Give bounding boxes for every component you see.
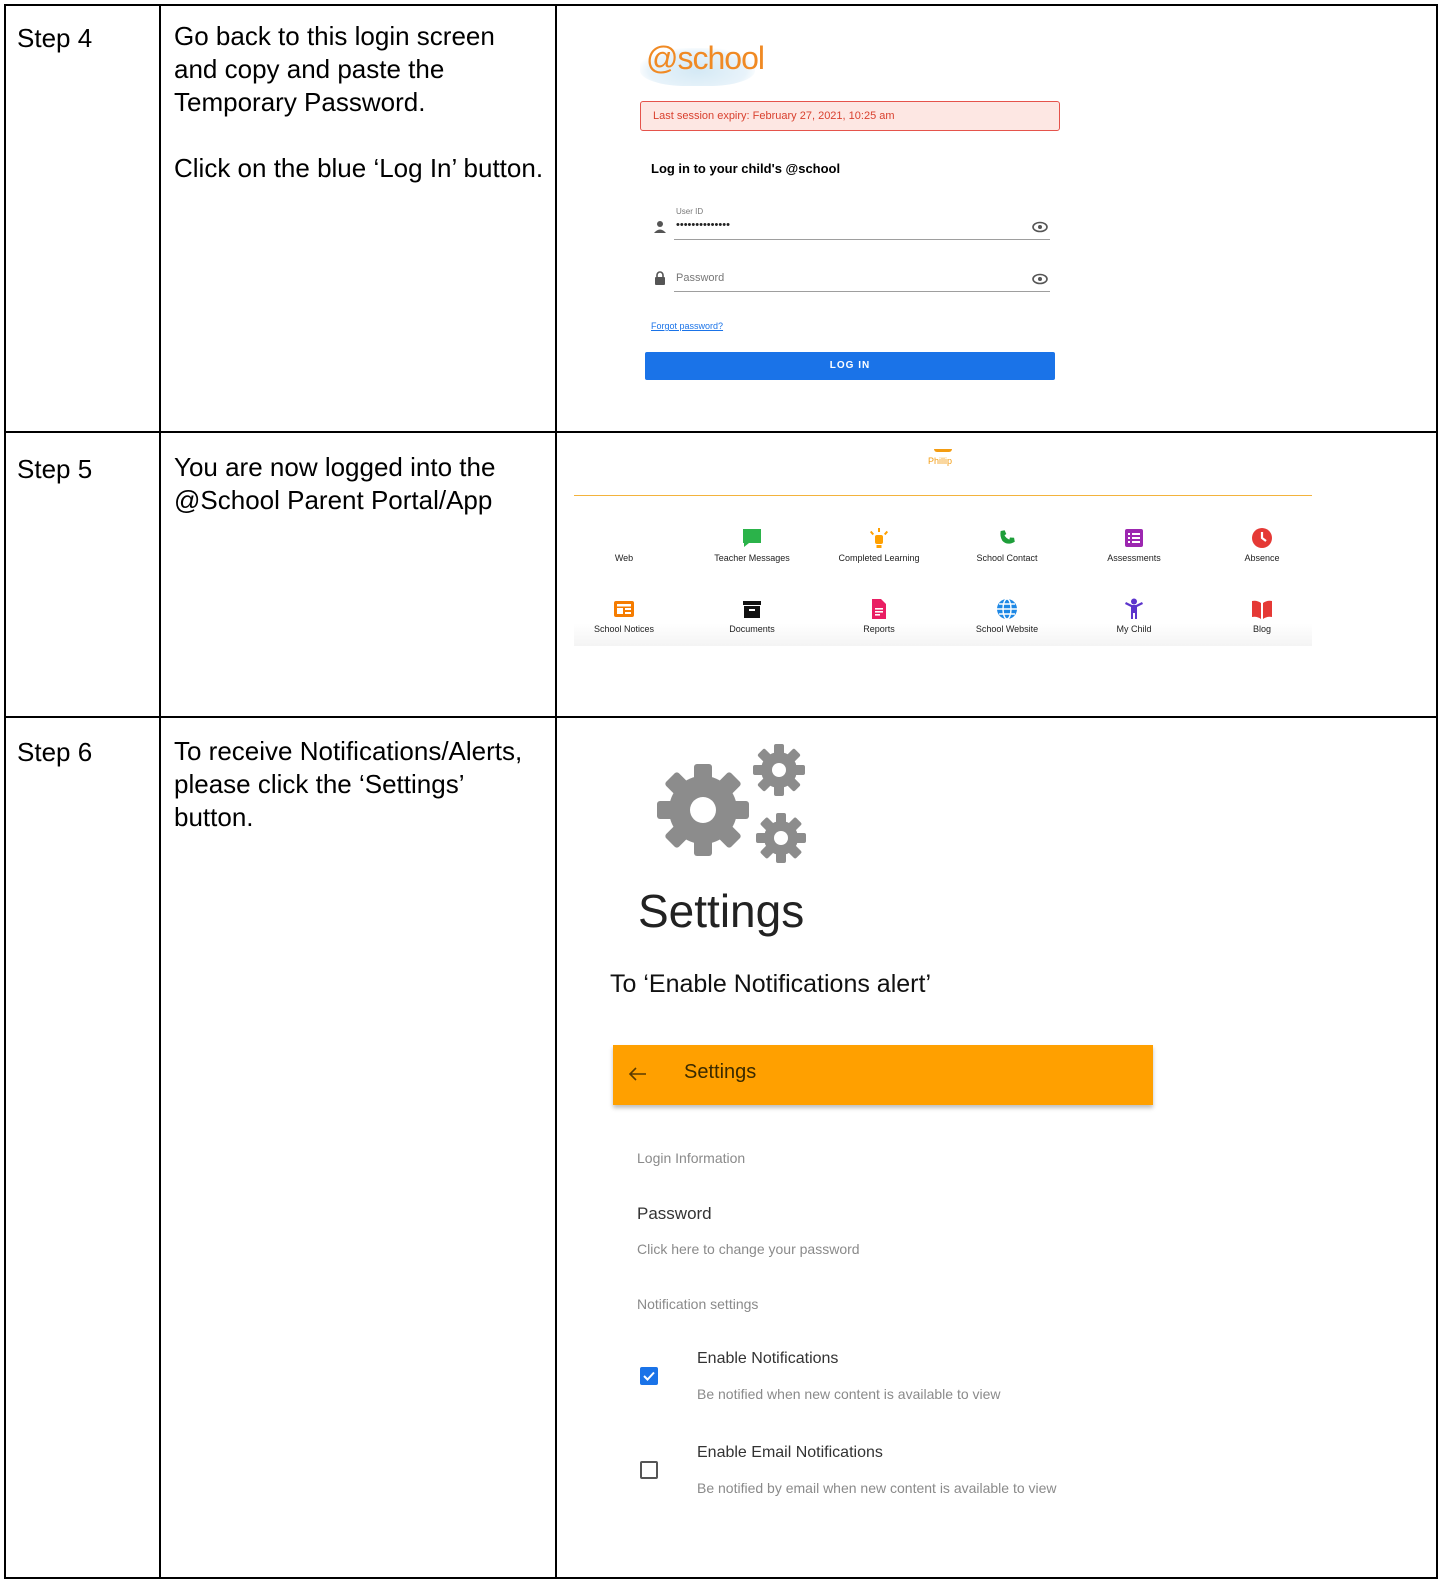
dashboard-tile[interactable]: School Notices	[559, 598, 689, 634]
row-divider	[4, 431, 1438, 433]
tile-label: School Website	[975, 624, 1039, 634]
password-underline	[674, 291, 1050, 292]
enable-email-notifications-desc: Be notified by email when new content is…	[697, 1480, 1057, 1496]
instruction-text: Go back to this login screen and copy an…	[174, 21, 495, 117]
tile-label: Reports	[863, 624, 895, 634]
tile-label: Blog	[1252, 624, 1271, 634]
dashboard-tile[interactable]: Blog	[1197, 598, 1327, 634]
dashboard-tile[interactable]: My Child	[1069, 598, 1199, 634]
login-button[interactable]: LOG IN	[645, 352, 1055, 380]
step-instructions: Go back to this login screen and copy an…	[174, 20, 544, 185]
step-instructions: To receive Notifications/Alerts, please …	[174, 735, 544, 834]
dashboard-tile[interactable]: Web	[559, 527, 689, 563]
tile-label: Web	[614, 553, 634, 563]
login-title: Log in to your child's @school	[651, 161, 841, 176]
tile-label: Documents	[729, 624, 775, 634]
user-id-input[interactable]: ••••••••••••••	[676, 219, 730, 231]
instruction-text: You are now logged into the @School Pare…	[174, 452, 496, 515]
settings-bar-title: Settings	[684, 1061, 757, 1083]
child-icon	[1125, 598, 1143, 619]
dashboard-tile[interactable]: Assessments	[1069, 527, 1199, 563]
eye-icon[interactable]	[1032, 221, 1048, 233]
clock-icon	[1252, 528, 1272, 548]
dashboard-tile[interactable]: Teacher Messages	[687, 527, 817, 563]
dashboard-tile[interactable]: School Contact	[942, 527, 1072, 563]
person-icon	[654, 221, 666, 233]
step-instructions: You are now logged into the @School Pare…	[174, 451, 544, 517]
tile-label: School Notices	[593, 624, 655, 634]
tile-label: Assessments	[1107, 553, 1161, 563]
forgot-password-link[interactable]: Forgot password?	[651, 321, 723, 331]
dashboard-tile[interactable]: Reports	[814, 598, 944, 634]
eye-icon[interactable]	[1032, 273, 1048, 285]
dashboard-tile[interactable]: School Website	[942, 598, 1072, 634]
settings-heading: Settings	[638, 885, 805, 937]
instruction-text: Click on the blue ‘Log In’ button.	[174, 153, 544, 183]
tile-label: My Child	[1116, 624, 1152, 634]
tile-label: School Contact	[976, 553, 1038, 563]
child-name: Phillip	[928, 456, 953, 466]
enable-notifications-title: Enable Notifications	[697, 1350, 839, 1367]
chat-icon	[743, 529, 761, 547]
password-setting-title[interactable]: Password	[637, 1204, 712, 1224]
column-divider	[555, 4, 557, 1579]
password-setting-sub[interactable]: Click here to change your password	[637, 1241, 860, 1257]
dashboard-tile[interactable]: Documents	[687, 598, 817, 634]
password-input[interactable]: Password	[676, 272, 724, 284]
check-icon	[643, 1371, 655, 1381]
login-info-section: Login Information	[637, 1150, 746, 1166]
step-label: Step 4	[17, 23, 93, 53]
globe-icon	[997, 598, 1017, 620]
child-avatar-edge	[934, 449, 952, 452]
back-arrow-icon[interactable]	[627, 1066, 647, 1082]
phone-icon	[1000, 530, 1015, 544]
enable-notifications-desc: Be notified when new content is availabl…	[697, 1386, 1001, 1402]
tile-label: Completed Learning	[838, 553, 920, 563]
enable-email-notifications-checkbox[interactable]	[640, 1461, 658, 1479]
user-id-underline	[674, 239, 1050, 240]
row-divider	[4, 716, 1438, 718]
enable-notifications-checkbox[interactable]	[640, 1367, 658, 1385]
lock-icon	[655, 271, 665, 285]
dashboard-tile[interactable]: Absence	[1197, 527, 1327, 563]
session-alert: Last session expiry: February 27, 2021, …	[640, 101, 1060, 131]
step-label: Step 5	[17, 454, 93, 484]
gears-icon	[657, 744, 806, 863]
book-icon	[1252, 600, 1272, 619]
enable-email-notifications-title: Enable Email Notifications	[697, 1444, 883, 1461]
tile-label: Absence	[1244, 553, 1280, 563]
notification-settings-section: Notification settings	[637, 1296, 759, 1312]
web-icon	[613, 527, 635, 549]
report-icon	[872, 599, 886, 619]
list-icon	[1125, 529, 1143, 547]
tile-label: Teacher Messages	[714, 553, 790, 563]
aschool-logo: @school	[640, 40, 765, 86]
instruction-text: To receive Notifications/Alerts, please …	[174, 736, 523, 832]
archive-icon	[743, 601, 761, 618]
lightbulb-icon	[869, 528, 889, 548]
notices-icon	[614, 601, 634, 617]
column-divider	[159, 4, 161, 1579]
logo-text: @school	[646, 40, 765, 76]
step-label: Step 6	[17, 737, 93, 767]
user-id-label: User ID	[676, 207, 704, 216]
settings-caption: To ‘Enable Notifications alert’	[610, 970, 931, 998]
dashboard-tile[interactable]: Completed Learning	[814, 527, 944, 563]
settings-app-bar: Settings	[613, 1045, 1153, 1105]
